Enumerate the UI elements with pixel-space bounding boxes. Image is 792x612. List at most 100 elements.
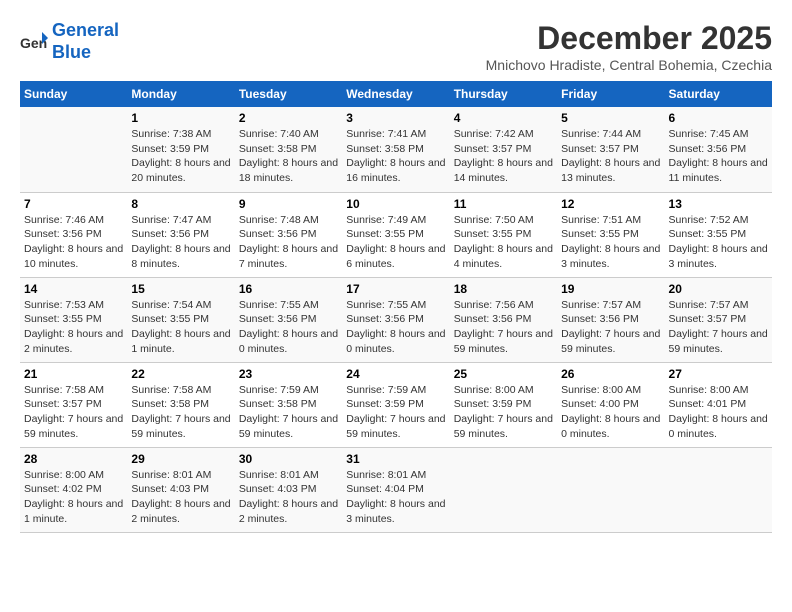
calendar-cell: 15 Sunrise: 7:54 AMSunset: 3:55 PMDaylig… — [127, 277, 234, 362]
header-saturday: Saturday — [665, 81, 772, 107]
day-info: Sunrise: 7:44 AMSunset: 3:57 PMDaylight:… — [561, 127, 660, 186]
calendar-week-4: 21 Sunrise: 7:58 AMSunset: 3:57 PMDaylig… — [20, 362, 772, 447]
day-info: Sunrise: 7:50 AMSunset: 3:55 PMDaylight:… — [454, 213, 553, 272]
day-number: 1 — [131, 111, 230, 125]
day-number: 20 — [669, 282, 768, 296]
calendar-cell: 11 Sunrise: 7:50 AMSunset: 3:55 PMDaylig… — [450, 192, 557, 277]
day-info: Sunrise: 7:57 AMSunset: 3:57 PMDaylight:… — [669, 298, 768, 357]
day-number: 24 — [346, 367, 445, 381]
day-number: 8 — [131, 197, 230, 211]
calendar-cell: 26 Sunrise: 8:00 AMSunset: 4:00 PMDaylig… — [557, 362, 664, 447]
header-monday: Monday — [127, 81, 234, 107]
calendar-cell — [450, 447, 557, 532]
day-info: Sunrise: 7:45 AMSunset: 3:56 PMDaylight:… — [669, 127, 768, 186]
header-thursday: Thursday — [450, 81, 557, 107]
calendar-cell: 19 Sunrise: 7:57 AMSunset: 3:56 PMDaylig… — [557, 277, 664, 362]
title-block: December 2025 Mnichovo Hradiste, Central… — [486, 20, 772, 73]
day-number: 17 — [346, 282, 445, 296]
day-info: Sunrise: 8:00 AMSunset: 4:01 PMDaylight:… — [669, 383, 768, 442]
calendar-cell: 18 Sunrise: 7:56 AMSunset: 3:56 PMDaylig… — [450, 277, 557, 362]
calendar-cell: 14 Sunrise: 7:53 AMSunset: 3:55 PMDaylig… — [20, 277, 127, 362]
day-info: Sunrise: 8:00 AMSunset: 4:00 PMDaylight:… — [561, 383, 660, 442]
calendar-cell: 5 Sunrise: 7:44 AMSunset: 3:57 PMDayligh… — [557, 107, 664, 192]
day-info: Sunrise: 7:56 AMSunset: 3:56 PMDaylight:… — [454, 298, 553, 357]
day-info: Sunrise: 8:00 AMSunset: 4:02 PMDaylight:… — [24, 468, 123, 527]
day-info: Sunrise: 8:01 AMSunset: 4:03 PMDaylight:… — [239, 468, 338, 527]
day-number: 4 — [454, 111, 553, 125]
page-header: Gen General Blue December 2025 Mnichovo … — [20, 20, 772, 73]
calendar-cell: 3 Sunrise: 7:41 AMSunset: 3:58 PMDayligh… — [342, 107, 449, 192]
calendar-cell: 17 Sunrise: 7:55 AMSunset: 3:56 PMDaylig… — [342, 277, 449, 362]
day-number: 28 — [24, 452, 123, 466]
day-number: 16 — [239, 282, 338, 296]
calendar-cell: 22 Sunrise: 7:58 AMSunset: 3:58 PMDaylig… — [127, 362, 234, 447]
day-number: 29 — [131, 452, 230, 466]
day-number: 23 — [239, 367, 338, 381]
day-number: 3 — [346, 111, 445, 125]
day-info: Sunrise: 7:53 AMSunset: 3:55 PMDaylight:… — [24, 298, 123, 357]
day-number: 30 — [239, 452, 338, 466]
day-number: 9 — [239, 197, 338, 211]
calendar-cell: 28 Sunrise: 8:00 AMSunset: 4:02 PMDaylig… — [20, 447, 127, 532]
calendar-cell: 21 Sunrise: 7:58 AMSunset: 3:57 PMDaylig… — [20, 362, 127, 447]
day-info: Sunrise: 8:00 AMSunset: 3:59 PMDaylight:… — [454, 383, 553, 442]
day-info: Sunrise: 7:52 AMSunset: 3:55 PMDaylight:… — [669, 213, 768, 272]
calendar-week-1: 1 Sunrise: 7:38 AMSunset: 3:59 PMDayligh… — [20, 107, 772, 192]
calendar-cell: 2 Sunrise: 7:40 AMSunset: 3:58 PMDayligh… — [235, 107, 342, 192]
day-info: Sunrise: 7:51 AMSunset: 3:55 PMDaylight:… — [561, 213, 660, 272]
day-info: Sunrise: 7:59 AMSunset: 3:58 PMDaylight:… — [239, 383, 338, 442]
day-info: Sunrise: 7:47 AMSunset: 3:56 PMDaylight:… — [131, 213, 230, 272]
calendar-cell — [665, 447, 772, 532]
calendar-cell: 4 Sunrise: 7:42 AMSunset: 3:57 PMDayligh… — [450, 107, 557, 192]
calendar-cell: 27 Sunrise: 8:00 AMSunset: 4:01 PMDaylig… — [665, 362, 772, 447]
calendar-cell: 12 Sunrise: 7:51 AMSunset: 3:55 PMDaylig… — [557, 192, 664, 277]
month-title: December 2025 — [486, 20, 772, 57]
calendar-cell: 25 Sunrise: 8:00 AMSunset: 3:59 PMDaylig… — [450, 362, 557, 447]
calendar-cell: 1 Sunrise: 7:38 AMSunset: 3:59 PMDayligh… — [127, 107, 234, 192]
calendar-cell — [20, 107, 127, 192]
logo-text-line2: Blue — [52, 42, 119, 64]
day-number: 26 — [561, 367, 660, 381]
calendar-cell: 29 Sunrise: 8:01 AMSunset: 4:03 PMDaylig… — [127, 447, 234, 532]
day-info: Sunrise: 8:01 AMSunset: 4:03 PMDaylight:… — [131, 468, 230, 527]
day-number: 19 — [561, 282, 660, 296]
day-info: Sunrise: 8:01 AMSunset: 4:04 PMDaylight:… — [346, 468, 445, 527]
day-info: Sunrise: 7:54 AMSunset: 3:55 PMDaylight:… — [131, 298, 230, 357]
calendar-week-3: 14 Sunrise: 7:53 AMSunset: 3:55 PMDaylig… — [20, 277, 772, 362]
day-number: 22 — [131, 367, 230, 381]
day-info: Sunrise: 7:38 AMSunset: 3:59 PMDaylight:… — [131, 127, 230, 186]
day-info: Sunrise: 7:41 AMSunset: 3:58 PMDaylight:… — [346, 127, 445, 186]
header-sunday: Sunday — [20, 81, 127, 107]
day-number: 27 — [669, 367, 768, 381]
calendar-cell: 20 Sunrise: 7:57 AMSunset: 3:57 PMDaylig… — [665, 277, 772, 362]
calendar-cell: 23 Sunrise: 7:59 AMSunset: 3:58 PMDaylig… — [235, 362, 342, 447]
calendar-table: Sunday Monday Tuesday Wednesday Thursday… — [20, 81, 772, 533]
day-info: Sunrise: 7:42 AMSunset: 3:57 PMDaylight:… — [454, 127, 553, 186]
header-friday: Friday — [557, 81, 664, 107]
header-wednesday: Wednesday — [342, 81, 449, 107]
calendar-cell: 31 Sunrise: 8:01 AMSunset: 4:04 PMDaylig… — [342, 447, 449, 532]
day-info: Sunrise: 7:58 AMSunset: 3:57 PMDaylight:… — [24, 383, 123, 442]
calendar-body: 1 Sunrise: 7:38 AMSunset: 3:59 PMDayligh… — [20, 107, 772, 532]
day-number: 12 — [561, 197, 660, 211]
location: Mnichovo Hradiste, Central Bohemia, Czec… — [486, 57, 772, 73]
day-info: Sunrise: 7:40 AMSunset: 3:58 PMDaylight:… — [239, 127, 338, 186]
calendar-cell: 13 Sunrise: 7:52 AMSunset: 3:55 PMDaylig… — [665, 192, 772, 277]
day-number: 10 — [346, 197, 445, 211]
calendar-cell: 7 Sunrise: 7:46 AMSunset: 3:56 PMDayligh… — [20, 192, 127, 277]
calendar-header: Sunday Monday Tuesday Wednesday Thursday… — [20, 81, 772, 107]
day-number: 14 — [24, 282, 123, 296]
day-number: 21 — [24, 367, 123, 381]
day-number: 13 — [669, 197, 768, 211]
day-info: Sunrise: 7:55 AMSunset: 3:56 PMDaylight:… — [239, 298, 338, 357]
day-info: Sunrise: 7:57 AMSunset: 3:56 PMDaylight:… — [561, 298, 660, 357]
calendar-cell: 16 Sunrise: 7:55 AMSunset: 3:56 PMDaylig… — [235, 277, 342, 362]
day-number: 2 — [239, 111, 338, 125]
calendar-cell: 30 Sunrise: 8:01 AMSunset: 4:03 PMDaylig… — [235, 447, 342, 532]
calendar-cell — [557, 447, 664, 532]
calendar-cell: 10 Sunrise: 7:49 AMSunset: 3:55 PMDaylig… — [342, 192, 449, 277]
day-info: Sunrise: 7:49 AMSunset: 3:55 PMDaylight:… — [346, 213, 445, 272]
day-number: 25 — [454, 367, 553, 381]
header-tuesday: Tuesday — [235, 81, 342, 107]
day-number: 5 — [561, 111, 660, 125]
